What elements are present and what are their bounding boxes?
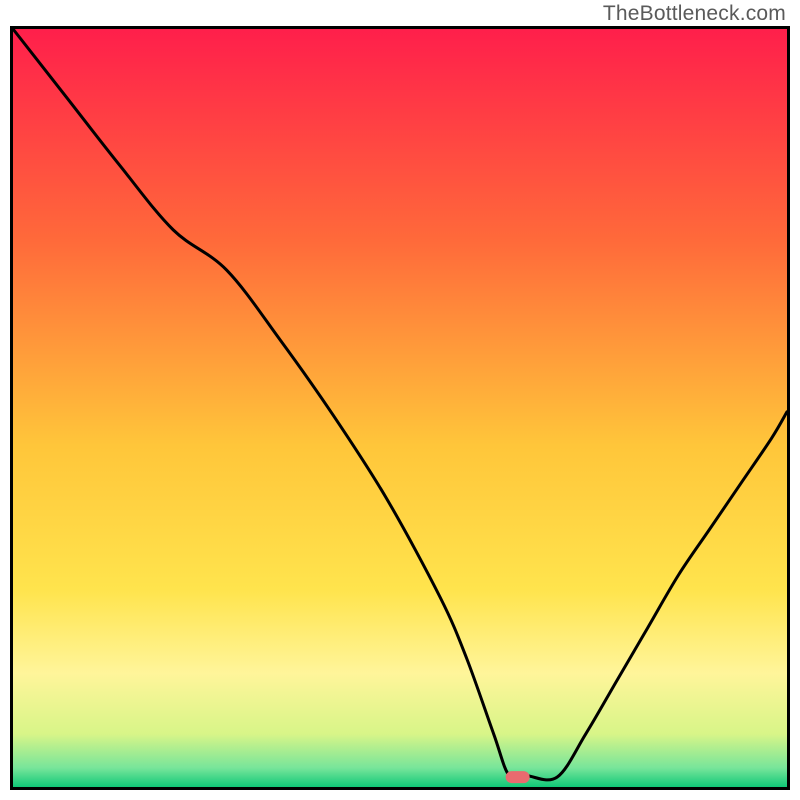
optimum-marker (506, 771, 530, 783)
chart-frame (10, 26, 790, 790)
watermark-text: TheBottleneck.com (603, 2, 786, 26)
bottleneck-chart (10, 26, 790, 790)
chart-gradient-bg (13, 29, 787, 787)
